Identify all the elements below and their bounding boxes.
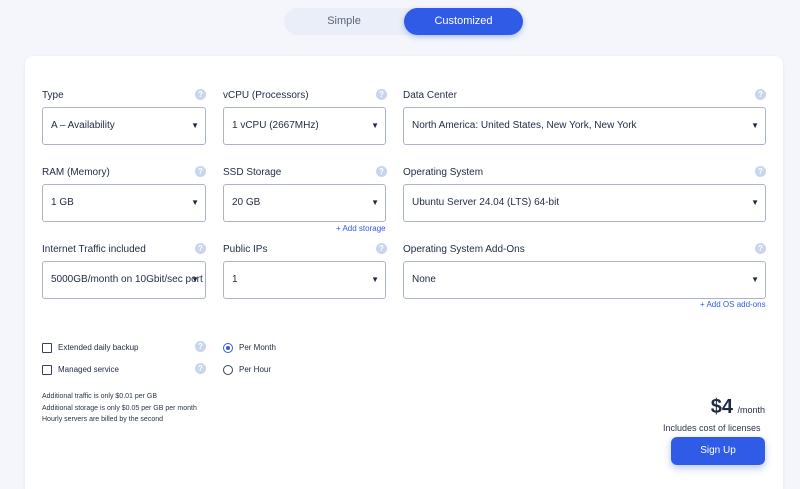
type-value: A – Availability <box>51 120 115 131</box>
backup-help-icon[interactable]: ? <box>195 341 206 352</box>
os-help-icon[interactable]: ? <box>755 166 766 177</box>
ips-label: Public IPs <box>223 244 268 255</box>
chevron-down-icon: ▼ <box>371 275 379 284</box>
per-hour-label: Per Hour <box>239 365 272 374</box>
backup-checkbox[interactable] <box>42 343 52 353</box>
vcpu-value: 1 vCPU (2667MHz) <box>232 120 319 131</box>
traffic-select[interactable]: 5000GB/month on 10Gbit/sec port ▼ <box>42 261 206 299</box>
ssd-label: SSD Storage <box>223 167 282 178</box>
licenses-note: Includes cost of licenses <box>663 423 761 433</box>
chevron-down-icon: ▼ <box>751 275 759 284</box>
os-addons-help-icon[interactable]: ? <box>755 243 766 254</box>
managed-checkbox[interactable] <box>42 365 52 375</box>
chevron-down-icon: ▼ <box>751 198 759 207</box>
vcpu-select[interactable]: 1 vCPU (2667MHz) ▼ <box>223 107 386 145</box>
chevron-down-icon: ▼ <box>371 198 379 207</box>
chevron-down-icon: ▼ <box>371 121 379 130</box>
traffic-label: Internet Traffic included <box>42 244 146 255</box>
type-help-icon[interactable]: ? <box>195 89 206 100</box>
datacenter-label: Data Center <box>403 90 457 101</box>
ssd-help-icon[interactable]: ? <box>376 166 387 177</box>
per-hour-radio[interactable] <box>223 365 233 375</box>
tab-customized[interactable]: Customized <box>404 8 523 35</box>
per-month-label: Per Month <box>239 343 276 352</box>
traffic-help-icon[interactable]: ? <box>195 243 206 254</box>
price-period: /month <box>737 405 765 415</box>
sign-up-button[interactable]: Sign Up <box>671 437 765 465</box>
os-addons-select[interactable]: None ▼ <box>403 261 766 299</box>
chevron-down-icon: ▼ <box>191 198 199 207</box>
ram-help-icon[interactable]: ? <box>195 166 206 177</box>
os-addons-label: Operating System Add-Ons <box>403 244 525 255</box>
managed-help-icon[interactable]: ? <box>195 363 206 374</box>
plan-mode-toggle: Simple Customized <box>284 8 523 35</box>
ips-value: 1 <box>232 274 238 285</box>
price-amount: $4 <box>710 396 734 418</box>
os-addons-value: None <box>412 274 436 285</box>
ips-help-icon[interactable]: ? <box>376 243 387 254</box>
datacenter-value: North America: United States, New York, … <box>412 120 637 131</box>
tab-simple[interactable]: Simple <box>284 8 404 35</box>
type-select[interactable]: A – Availability ▼ <box>42 107 206 145</box>
note-storage: Additional storage is only $0.05 per GB … <box>42 405 197 412</box>
chevron-down-icon: ▼ <box>191 121 199 130</box>
vcpu-label: vCPU (Processors) <box>223 90 309 101</box>
backup-label: Extended daily backup <box>58 343 139 352</box>
chevron-down-icon: ▼ <box>191 275 199 284</box>
add-storage-link[interactable]: + Add storage <box>336 224 386 233</box>
vcpu-help-icon[interactable]: ? <box>376 89 387 100</box>
os-value: Ubuntu Server 24.04 (LTS) 64-bit <box>412 197 560 208</box>
ram-value: 1 GB <box>51 197 74 208</box>
datacenter-select[interactable]: North America: United States, New York, … <box>403 107 766 145</box>
os-select[interactable]: Ubuntu Server 24.04 (LTS) 64-bit ▼ <box>403 184 766 222</box>
os-label: Operating System <box>403 167 484 178</box>
chevron-down-icon: ▼ <box>751 121 759 130</box>
add-os-addons-link[interactable]: + Add OS add-ons <box>700 300 766 309</box>
per-month-radio[interactable] <box>223 343 233 353</box>
managed-label: Managed service <box>58 365 119 374</box>
note-traffic: Additional traffic is only $0.01 per GB <box>42 393 158 400</box>
ram-select[interactable]: 1 GB ▼ <box>42 184 206 222</box>
ssd-select[interactable]: 20 GB ▼ <box>223 184 386 222</box>
ssd-value: 20 GB <box>232 197 261 208</box>
type-label: Type <box>42 90 64 101</box>
ips-select[interactable]: 1 ▼ <box>223 261 386 299</box>
ram-label: RAM (Memory) <box>42 167 110 178</box>
datacenter-help-icon[interactable]: ? <box>755 89 766 100</box>
price-display: $4 /month <box>711 396 765 419</box>
note-hourly: Hourly servers are billed by the second <box>42 416 164 423</box>
traffic-value: 5000GB/month on 10Gbit/sec port <box>51 274 203 285</box>
